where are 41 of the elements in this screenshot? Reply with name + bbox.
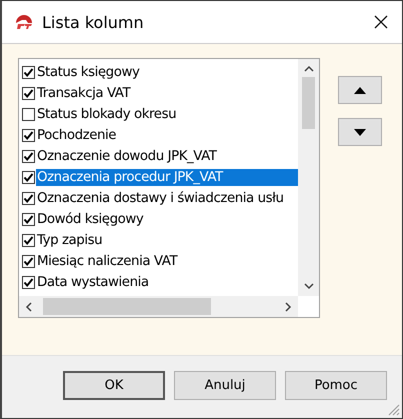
list-item[interactable]: Status blokady okresu	[36, 106, 178, 123]
close-icon[interactable]	[374, 15, 388, 29]
vertical-scrollbar[interactable]	[298, 59, 319, 296]
checkbox[interactable]	[22, 108, 35, 121]
triangle-down-icon	[354, 128, 366, 136]
move-down-button[interactable]	[338, 118, 382, 146]
checkbox[interactable]	[22, 129, 35, 142]
checkbox[interactable]	[22, 255, 35, 268]
checkbox[interactable]	[22, 234, 35, 247]
window-title: Lista kolumn	[42, 12, 145, 32]
list-item[interactable]: Pochodzenie	[36, 127, 118, 144]
resize-grip-icon[interactable]	[388, 404, 400, 416]
checkbox[interactable]	[22, 150, 35, 163]
list-item[interactable]: Oznaczenia dostawy i świadczenia usłu	[36, 190, 285, 207]
list-item[interactable]: Typ zapisu	[36, 232, 104, 249]
move-up-button[interactable]	[338, 76, 382, 104]
scroll-right-icon[interactable]	[284, 302, 292, 312]
horizontal-scrollbar[interactable]	[19, 296, 298, 317]
logo-icon	[15, 14, 33, 30]
checkbox[interactable]	[22, 66, 35, 79]
list-item[interactable]: Data wystawienia	[36, 274, 150, 291]
list-item[interactable]: Oznaczenia procedur JPK_VAT	[36, 169, 298, 186]
scroll-left-icon[interactable]	[25, 302, 33, 312]
scroll-down-icon[interactable]	[304, 282, 314, 290]
checkbox[interactable]	[22, 87, 35, 100]
checkbox[interactable]	[22, 171, 35, 184]
list-item[interactable]: Oznaczenie dowodu JPK_VAT	[36, 148, 218, 165]
checkbox[interactable]	[22, 276, 35, 289]
list-item[interactable]: Transakcja VAT	[36, 85, 132, 102]
checkbox[interactable]	[22, 213, 35, 226]
scrollbar-thumb[interactable]	[302, 77, 315, 129]
scrollbar-thumb[interactable]	[43, 298, 211, 315]
list-item[interactable]: Dowód księgowy	[36, 211, 144, 228]
scroll-up-icon[interactable]	[304, 65, 314, 73]
ok-button[interactable]: OK	[63, 370, 165, 400]
checkbox[interactable]	[22, 192, 35, 205]
triangle-up-icon	[354, 86, 366, 94]
help-button[interactable]: Pomoc	[285, 370, 387, 400]
list-item[interactable]: Status księgowy	[36, 64, 140, 81]
cancel-button[interactable]: Anuluj	[174, 370, 276, 400]
list-item[interactable]: Miesiąc naliczenia VAT	[36, 253, 178, 270]
